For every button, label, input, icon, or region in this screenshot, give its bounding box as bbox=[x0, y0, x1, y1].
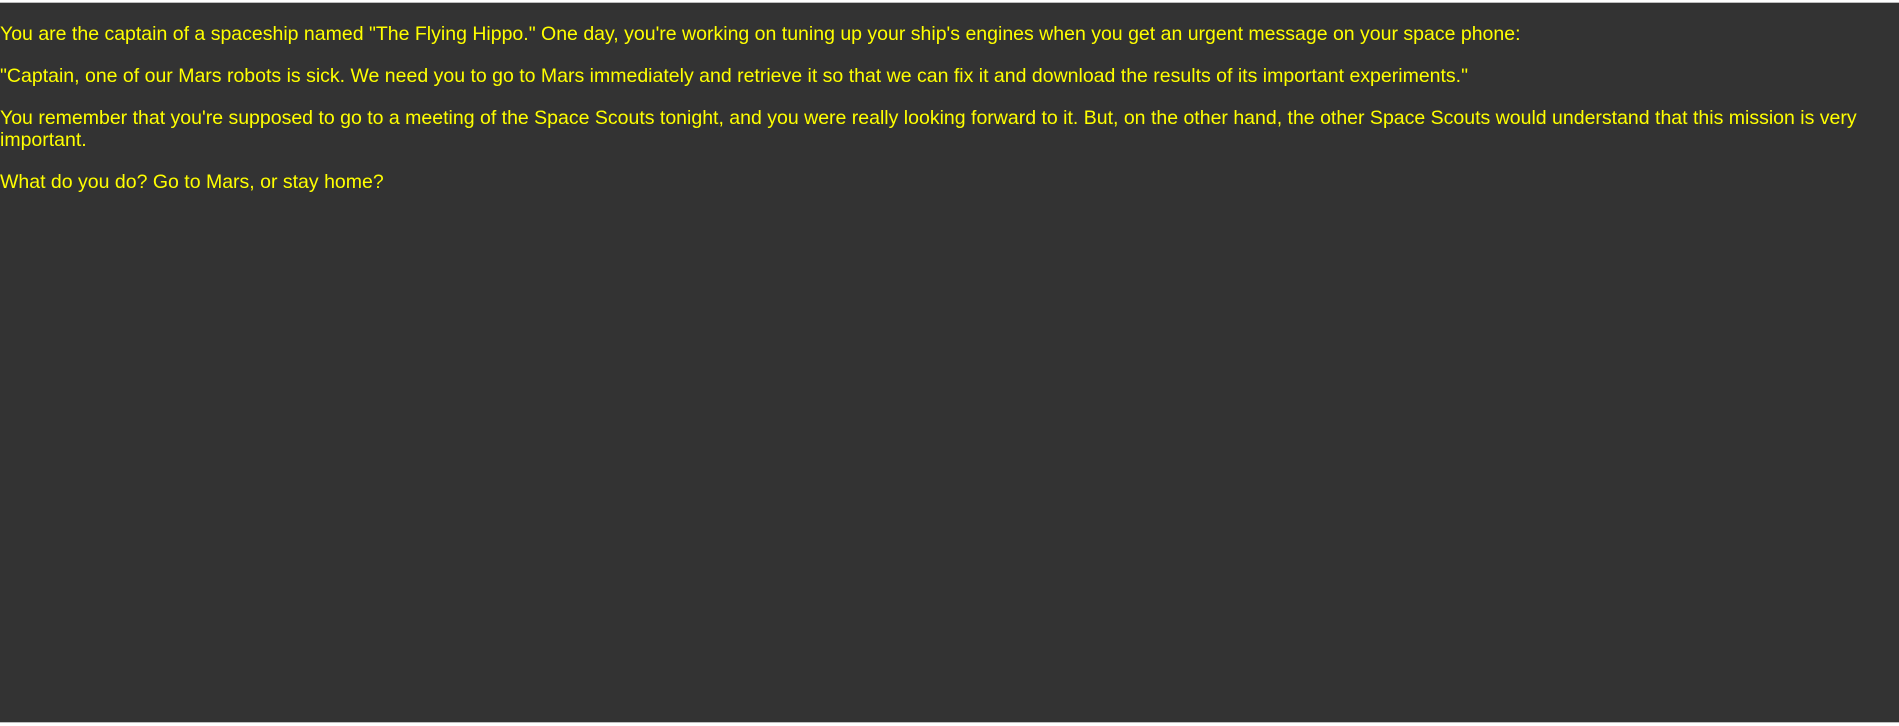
story-paragraph-intro: You are the captain of a spaceship named… bbox=[0, 23, 1521, 45]
story-paragraph-message: "Captain, one of our Mars robots is sick… bbox=[0, 65, 1469, 87]
story-paragraph-question: What do you do? Go to Mars, or stay home… bbox=[0, 171, 384, 193]
game-viewport: You are the captain of a spaceship named… bbox=[0, 2, 1899, 723]
story-text: You are the captain of a spaceship named… bbox=[0, 3, 1899, 193]
story-paragraph-dilemma: You remember that you're supposed to go … bbox=[0, 107, 1857, 151]
